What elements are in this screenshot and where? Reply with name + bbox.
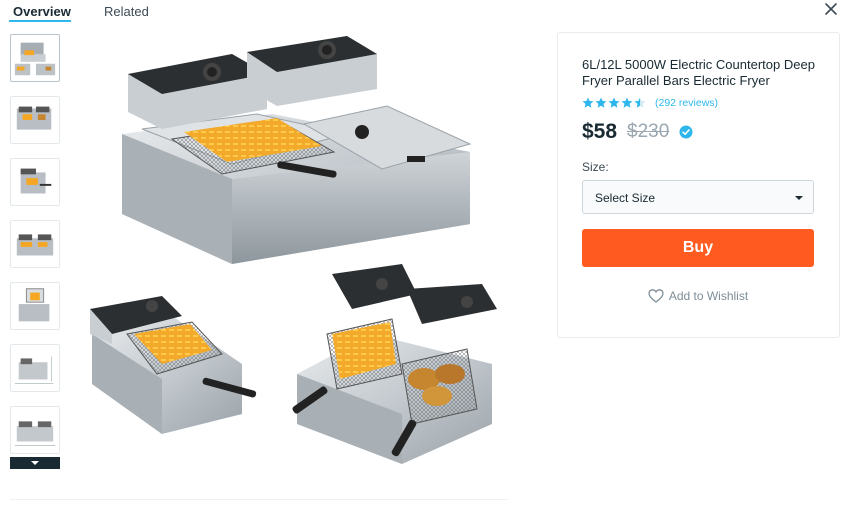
star-icon	[608, 97, 620, 108]
active-tab-indicator	[9, 20, 71, 22]
thumbnail-item[interactable]	[10, 344, 60, 392]
check-badge-icon	[679, 125, 693, 139]
chevron-down-icon	[795, 196, 803, 200]
tab-related[interactable]: Related	[104, 4, 149, 19]
price-row: $58 $230	[582, 120, 693, 144]
thumbnail-item[interactable]	[10, 220, 60, 268]
thumbnail-item[interactable]	[10, 282, 60, 330]
thumbnail-item[interactable]	[10, 406, 60, 454]
tab-overview[interactable]: Overview	[13, 4, 71, 19]
product-info-card: 6L/12L 5000W Electric Countertop Deep Fr…	[557, 32, 840, 338]
original-price: $230	[627, 121, 670, 142]
size-select[interactable]: Select Size	[582, 180, 814, 214]
size-label: Size:	[582, 160, 609, 174]
add-to-wishlist-button[interactable]: Add to Wishlist	[582, 287, 814, 305]
divider	[10, 499, 508, 500]
reviews-link[interactable]: (292 reviews)	[655, 97, 718, 109]
heart-icon	[648, 289, 664, 303]
size-select-value: Select Size	[595, 191, 656, 205]
thumbnail-item[interactable]	[10, 96, 60, 144]
tab-bar: Overview Related	[0, 0, 850, 26]
star-icon	[582, 97, 594, 108]
buy-button[interactable]: Buy	[582, 229, 814, 267]
product-main-image	[72, 34, 508, 474]
star-icon	[621, 97, 633, 108]
thumbnail-item[interactable]	[10, 34, 60, 82]
wishlist-label: Add to Wishlist	[668, 289, 749, 303]
star-half-icon	[634, 97, 646, 108]
current-price: $58	[582, 120, 618, 143]
chevron-down-icon[interactable]	[10, 457, 60, 469]
product-title: 6L/12L 5000W Electric Countertop Deep Fr…	[582, 57, 815, 88]
rating-row: (292 reviews)	[582, 96, 718, 110]
close-icon[interactable]	[822, 0, 840, 18]
star-icon	[595, 97, 607, 108]
thumbnail-item[interactable]	[10, 158, 60, 206]
